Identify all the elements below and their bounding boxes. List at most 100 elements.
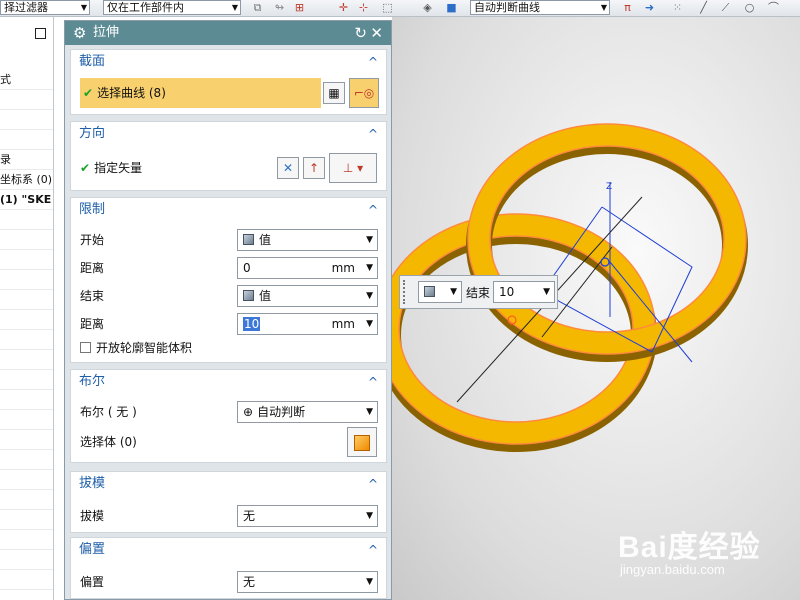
arc-tool-icon[interactable]: ⌒ <box>766 1 781 15</box>
select-curve-highlight[interactable]: ✔ 选择曲线 (8) <box>80 78 321 108</box>
draft-select[interactable]: 无 ▼ <box>237 505 378 527</box>
handle-end-value: 10 <box>499 285 515 299</box>
navigator-row[interactable] <box>0 230 53 250</box>
vector-dialog-button[interactable]: ↑ <box>303 157 325 179</box>
section-group-header[interactable]: 截面 ^ <box>71 50 386 74</box>
navigator-row[interactable] <box>0 290 53 310</box>
eraser-icon[interactable]: ◈ <box>420 1 435 15</box>
handle-end-label: 结束 <box>466 286 491 300</box>
add-point-icon[interactable]: ⊞ <box>292 1 307 15</box>
navigator-row[interactable] <box>0 370 53 390</box>
draft-label: 拔模 <box>80 509 105 523</box>
solid-cube-icon[interactable]: ■ <box>444 1 459 15</box>
navigator-row[interactable] <box>0 350 53 370</box>
stop-at-intersection-icon[interactable]: π <box>620 1 635 15</box>
end-distance-input[interactable]: 10 mm ▼ <box>237 313 378 335</box>
grid-points-icon[interactable]: ⁙ <box>670 1 685 15</box>
chevron-up-icon[interactable]: ^ <box>368 122 378 146</box>
navigator-row[interactable] <box>0 430 53 450</box>
select-curve-row[interactable]: ✔ 选择曲线 (8) ▦ ⌐◎ <box>71 76 386 110</box>
chevron-down-icon: ▼ <box>366 235 373 245</box>
chevron-up-icon[interactable]: ^ <box>368 370 378 394</box>
offset-select[interactable]: 无 ▼ <box>237 571 378 593</box>
offset-group: 偏置 ^ 偏置 无 ▼ <box>70 537 387 599</box>
inferred-vector-dropdown[interactable]: ⊥ ▾ <box>329 153 377 183</box>
curve-select-button[interactable]: ⌐◎ <box>349 78 379 108</box>
circle-tool-icon[interactable]: ○ <box>742 1 757 15</box>
gear-icon[interactable]: ⚙ <box>73 21 86 45</box>
navigator-row[interactable] <box>0 490 53 510</box>
handle-end-input[interactable]: 10 ▼ <box>493 281 555 303</box>
boolean-group-header[interactable]: 布尔 ^ <box>71 370 386 394</box>
start-type-select[interactable]: 值 ▼ <box>237 229 378 251</box>
navigator-row[interactable] <box>0 310 53 330</box>
offset-group-title: 偏置 <box>79 542 106 557</box>
navigator-row[interactable] <box>0 210 53 230</box>
box-select-icon[interactable]: ⬚ <box>380 1 395 15</box>
offset-group-header[interactable]: 偏置 ^ <box>71 538 386 562</box>
navigator-row[interactable]: (1) "SKE <box>0 190 53 210</box>
open-profile-checkbox[interactable] <box>80 342 91 353</box>
line-tool-icon[interactable]: ╱ <box>696 1 711 15</box>
select-body-button[interactable] <box>347 427 377 457</box>
navigator-row[interactable] <box>0 390 53 410</box>
tangent-tool-icon[interactable]: ⟋ <box>718 1 733 15</box>
start-distance-unit: mm <box>331 261 355 275</box>
reverse-direction-button[interactable]: ✕ <box>277 157 299 179</box>
chevron-up-icon[interactable]: ^ <box>368 472 378 496</box>
chevron-up-icon[interactable]: ^ <box>368 198 378 222</box>
selection-filter-combo[interactable]: 择过滤器 ▼ <box>0 0 90 15</box>
end-distance-handle[interactable]: ▼ 结束 10 ▼ <box>399 275 558 309</box>
close-icon[interactable]: ✕ <box>370 21 383 45</box>
navigator-row[interactable] <box>0 530 53 550</box>
reset-icon[interactable]: ↻ <box>354 21 367 45</box>
navigator-row[interactable] <box>0 470 53 490</box>
crosshair-icon[interactable]: ✛ <box>336 1 351 15</box>
limits-group: 限制 ^ 开始 值▼ 距离 0mm▼ 结束 值▼ 距离 10mm▼ <box>70 197 387 363</box>
draft-group-header[interactable]: 拔模 ^ <box>71 472 386 496</box>
limits-group-header[interactable]: 限制 ^ <box>71 198 386 222</box>
navigator-row[interactable] <box>0 550 53 570</box>
snap-icon[interactable]: ↬ <box>272 1 287 15</box>
navigator-row[interactable] <box>0 270 53 290</box>
chevron-up-icon[interactable]: ^ <box>368 50 378 74</box>
chevron-up-icon[interactable]: ^ <box>368 538 378 562</box>
watermark-logo: Bai度经验 <box>618 531 761 564</box>
navigator-row[interactable]: 录 <box>0 150 53 170</box>
navigator-row[interactable] <box>0 130 53 150</box>
navigator-row[interactable] <box>0 110 53 130</box>
navigator-row[interactable] <box>0 510 53 530</box>
checkmark-icon: ✔ <box>83 86 94 100</box>
point-on-curve-icon[interactable]: ⊹ <box>356 1 371 15</box>
navigator-row[interactable] <box>0 90 53 110</box>
sketch-section-button[interactable]: ▦ <box>323 82 345 104</box>
open-profile-label: 开放轮廓智能体积 <box>96 341 193 355</box>
draft-group-title: 拔模 <box>79 476 106 491</box>
navigator-row[interactable] <box>0 450 53 470</box>
direction-group-header[interactable]: 方向 ^ <box>71 122 386 146</box>
boolean-select[interactable]: ⊕ 自动判断 ▼ <box>237 401 378 423</box>
navigator-row[interactable]: 坐标系 (0) <box>0 170 53 190</box>
end-type-select[interactable]: 值 ▼ <box>237 285 378 307</box>
navigator-row[interactable] <box>0 410 53 430</box>
filter-icon[interactable]: ⧉ <box>250 1 265 15</box>
section-group: 截面 ^ ✔ 选择曲线 (8) ▦ ⌐◎ <box>70 49 387 115</box>
curve-rule-combo[interactable]: 自动判断曲线 ▼ <box>470 0 610 15</box>
drag-grip-icon[interactable] <box>403 280 407 304</box>
follow-fillet-icon[interactable]: ➜ <box>642 1 657 15</box>
open-profile-row[interactable]: 开放轮廓智能体积 <box>71 336 386 360</box>
start-distance-input[interactable]: 0 mm ▼ <box>237 257 378 279</box>
handle-type-select[interactable]: ▼ <box>418 281 462 303</box>
offset-label: 偏置 <box>80 575 105 589</box>
maximize-icon[interactable] <box>35 28 46 39</box>
dialog-title-bar[interactable]: ⚙ 拉伸 ↻ ✕ <box>65 21 391 45</box>
boolean-group-title: 布尔 <box>79 374 106 389</box>
navigator-row[interactable] <box>0 330 53 350</box>
boolean-value: 自动判断 <box>257 405 306 419</box>
navigator-row[interactable]: 式 <box>0 70 53 90</box>
cube-icon <box>243 234 254 245</box>
navigator-row[interactable] <box>0 250 53 270</box>
selection-scope-combo[interactable]: 仅在工作部件内 ▼ <box>103 0 241 15</box>
navigator-row[interactable] <box>0 570 53 590</box>
specify-vector-row[interactable]: ✔ 指定矢量 ✕ ↑ ⊥ ▾ <box>71 153 386 183</box>
